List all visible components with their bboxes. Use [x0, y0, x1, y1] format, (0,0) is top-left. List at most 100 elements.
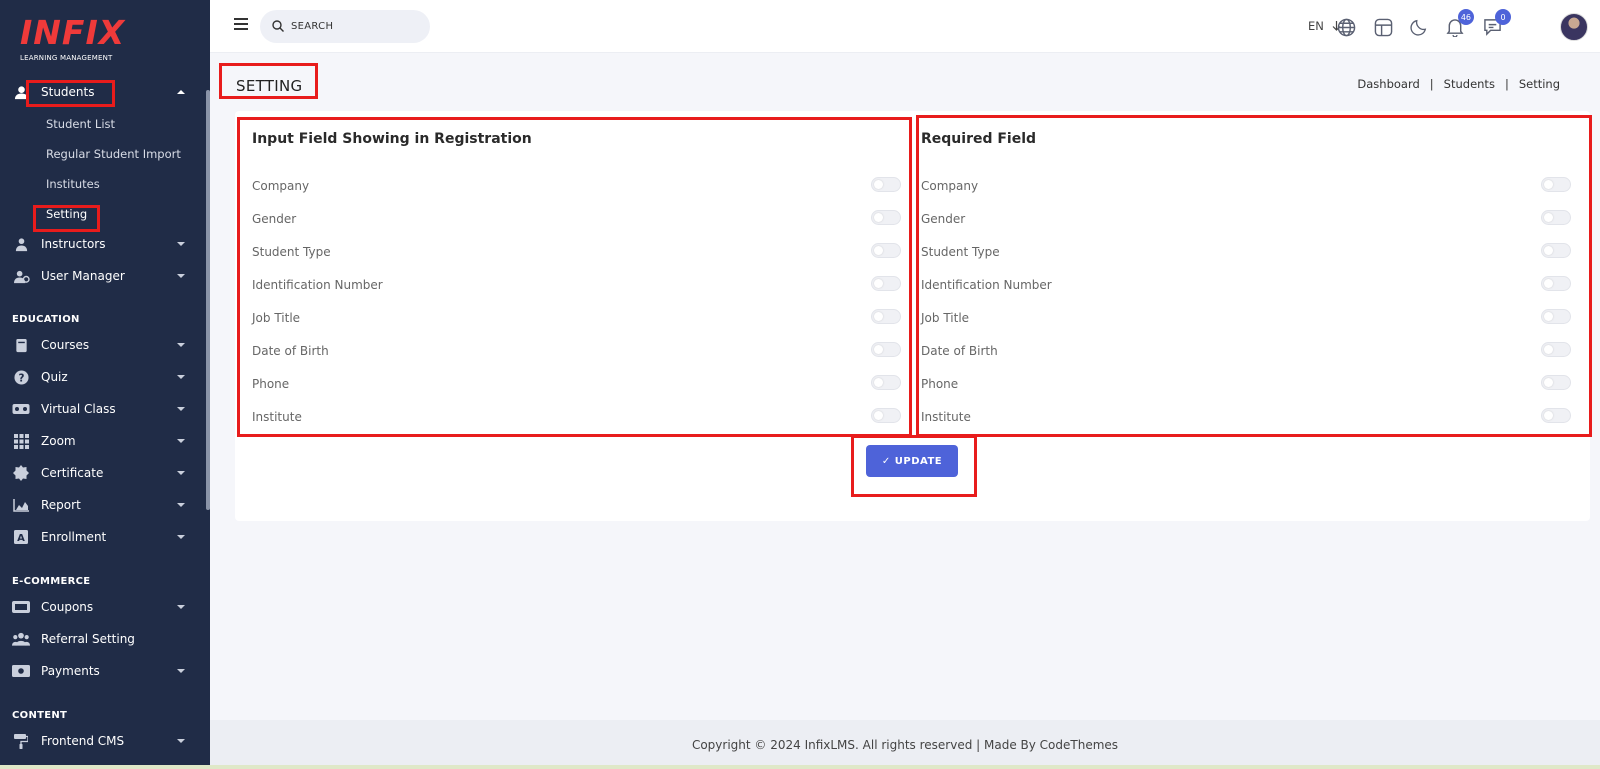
- field-row-date-of-birth: Date of Birth: [252, 341, 329, 361]
- field-label: Job Title: [921, 311, 970, 325]
- sidebar-item-report[interactable]: Report: [0, 491, 205, 519]
- toggle-required-gender[interactable]: [1541, 210, 1571, 225]
- vr-icon: [12, 401, 30, 417]
- logo[interactable]: INFIX LEARNING MANAGEMENT: [20, 13, 126, 62]
- field-row-company: Company: [921, 176, 978, 196]
- field-row-institute: Institute: [252, 407, 302, 427]
- users-icon: [12, 631, 30, 647]
- field-label: Phone: [921, 377, 959, 391]
- menu-toggle-icon[interactable]: [234, 18, 248, 30]
- field-label: Gender: [921, 212, 966, 226]
- toggle-show-phone[interactable]: [871, 375, 901, 390]
- breadcrumb-setting: Setting: [1518, 77, 1560, 91]
- field-label: Student Type: [921, 245, 1000, 259]
- search-box[interactable]: [260, 10, 430, 43]
- field-row-identification-number: Identification Number: [252, 275, 383, 295]
- search-input[interactable]: [291, 21, 411, 32]
- sidebar-subitem-regular-student-import[interactable]: Regular Student Import: [46, 144, 181, 164]
- sidebar-item-label: Zoom: [41, 434, 76, 448]
- toggle-show-gender[interactable]: [871, 210, 901, 225]
- toggle-show-student-type[interactable]: [871, 243, 901, 258]
- sidebar-item-virtual-class[interactable]: Virtual Class: [0, 395, 205, 423]
- sidebar: INFIX LEARNING MANAGEMENT Students Stude…: [0, 0, 210, 769]
- toggle-show-institute[interactable]: [871, 408, 901, 423]
- logo-tagline: LEARNING MANAGEMENT: [20, 54, 113, 62]
- toggle-show-company[interactable]: [871, 177, 901, 192]
- toggle-required-company[interactable]: [1541, 177, 1571, 192]
- sidebar-item-enrollment[interactable]: A Enrollment: [0, 523, 205, 551]
- chevron-up-icon: [177, 90, 185, 94]
- toggle-required-job-title[interactable]: [1541, 309, 1571, 324]
- toggle-required-phone[interactable]: [1541, 375, 1571, 390]
- avatar[interactable]: [1560, 13, 1588, 41]
- field-row-phone: Phone: [252, 374, 289, 394]
- field-row-gender: Gender: [921, 209, 965, 229]
- sidebar-item-certificate[interactable]: Certificate: [0, 459, 205, 487]
- sidebar-item-user-manager[interactable]: User Manager: [0, 262, 205, 290]
- sidebar-item-referral-setting[interactable]: Referral Setting: [0, 625, 205, 653]
- book-icon: [12, 337, 30, 353]
- sidebar-scrollbar[interactable]: [206, 90, 210, 510]
- notification-bell-icon[interactable]: 46: [1444, 9, 1474, 38]
- section-ecommerce: E-COMMERCE: [12, 576, 91, 587]
- page-bottom-edge: [0, 765, 1600, 769]
- sidebar-subitem-student-list[interactable]: Student List: [46, 114, 115, 134]
- sidebar-item-zoom[interactable]: Zoom: [0, 427, 205, 455]
- field-row-identification-number: Identification Number: [921, 275, 1052, 295]
- toggle-show-date-of-birth[interactable]: [871, 342, 901, 357]
- globe-icon[interactable]: [1335, 16, 1357, 38]
- svg-text:?: ?: [18, 372, 24, 384]
- coupon-icon: [12, 599, 30, 615]
- sidebar-item-payments[interactable]: Payments: [0, 657, 205, 685]
- sidebar-item-label: Report: [41, 498, 81, 512]
- layout-icon[interactable]: [1372, 16, 1394, 38]
- field-row-job-title: Job Title: [921, 308, 969, 328]
- instructor-icon: [12, 236, 30, 252]
- toggle-required-student-type[interactable]: [1541, 243, 1571, 258]
- sidebar-item-coupons[interactable]: Coupons: [0, 593, 205, 621]
- toggle-show-job-title[interactable]: [871, 309, 901, 324]
- dark-mode-icon[interactable]: [1408, 16, 1430, 38]
- sidebar-item-label: Quiz: [41, 370, 68, 384]
- message-icon[interactable]: 0: [1481, 9, 1511, 38]
- chevron-down-icon: [177, 274, 185, 278]
- sidebar-subitem-institutes[interactable]: Institutes: [46, 174, 100, 194]
- logo-wordmark: INFIX: [20, 13, 126, 52]
- message-count-badge: 0: [1495, 9, 1511, 25]
- breadcrumb-dashboard[interactable]: Dashboard: [1357, 77, 1419, 91]
- copyright-text: Copyright © 2024 InfixLMS. All rights re…: [691, 737, 1119, 752]
- sidebar-item-courses[interactable]: Courses: [0, 331, 205, 359]
- sidebar-item-label: Certificate: [41, 466, 104, 480]
- field-row-job-title: Job Title: [252, 308, 300, 328]
- paint-roller-icon: [12, 733, 30, 749]
- field-label: Company: [921, 179, 979, 193]
- chevron-down-icon: [177, 439, 185, 443]
- chevron-down-icon: [177, 503, 185, 507]
- sidebar-item-label: Enrollment: [41, 530, 107, 544]
- sidebar-item-quiz[interactable]: ? Quiz: [0, 363, 205, 391]
- field-row-student-type: Student Type: [921, 242, 1000, 262]
- field-row-institute: Institute: [921, 407, 971, 427]
- breadcrumb-students[interactable]: Students: [1444, 77, 1495, 91]
- section-content: CONTENT: [12, 710, 68, 721]
- chevron-down-icon: [177, 471, 185, 475]
- toggle-required-institute[interactable]: [1541, 408, 1571, 423]
- sidebar-item-instructors[interactable]: Instructors: [0, 230, 205, 258]
- toggle-required-date-of-birth[interactable]: [1541, 342, 1571, 357]
- svg-text:A: A: [17, 533, 25, 544]
- chevron-down-icon: [177, 407, 185, 411]
- field-label: Student Type: [252, 245, 331, 259]
- footer: Copyright © 2024 InfixLMS. All rights re…: [210, 720, 1600, 769]
- toggle-show-identification-number[interactable]: [871, 276, 901, 291]
- sidebar-item-frontend-cms[interactable]: Frontend CMS: [0, 727, 205, 755]
- field-label: Company: [252, 179, 310, 193]
- toggle-required-identification-number[interactable]: [1541, 276, 1571, 291]
- grid-icon: [12, 433, 30, 449]
- certificate-icon: [12, 465, 30, 481]
- chevron-down-icon: [177, 242, 185, 246]
- sidebar-item-label: Instructors: [41, 237, 106, 251]
- field-label: Gender: [252, 212, 297, 226]
- breadcrumb-separator: |: [1504, 77, 1509, 91]
- section-education: EDUCATION: [12, 314, 80, 325]
- chevron-down-icon: [177, 739, 185, 743]
